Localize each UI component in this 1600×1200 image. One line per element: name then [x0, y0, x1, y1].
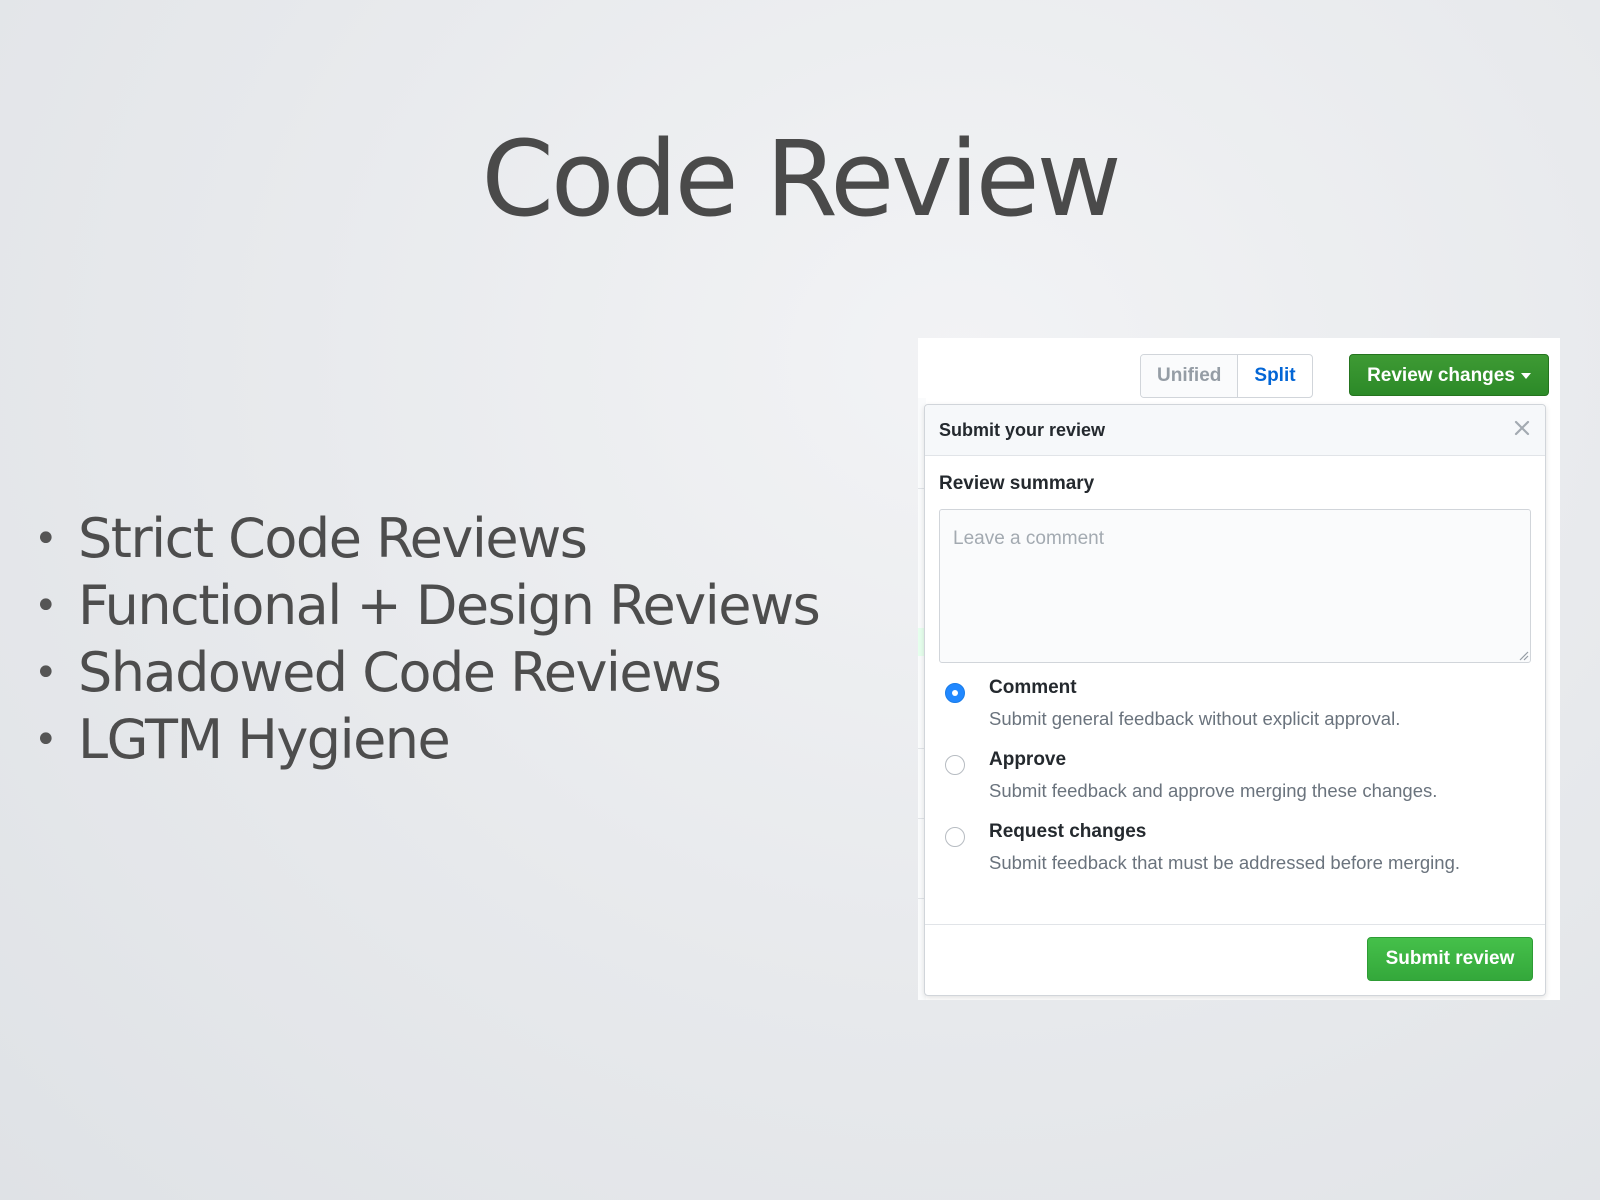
bullet-dot: • — [34, 650, 58, 696]
dialog-title: Submit your review — [939, 420, 1106, 440]
review-summary-label: Review summary — [939, 473, 1095, 494]
option-label: Approve — [989, 749, 1067, 770]
review-comment-input[interactable] — [939, 509, 1531, 663]
submit-review-dialog: Submit your review Review summary Commen… — [924, 404, 1546, 996]
option-description: Submit feedback and approve merging thes… — [989, 780, 1438, 801]
bullet-dot: • — [34, 516, 58, 562]
review-changes-label: Review changes — [1367, 365, 1515, 386]
resize-grip-icon[interactable] — [1519, 651, 1529, 661]
bullet-item: • Functional + Design Reviews — [30, 574, 821, 642]
dialog-footer: Submit review — [925, 924, 1545, 995]
review-changes-button[interactable]: Review changes — [1349, 354, 1549, 396]
bullet-text: Strict Code Reviews — [78, 507, 588, 570]
bullet-item: • Strict Code Reviews — [30, 508, 819, 575]
option-description: Submit general feedback without explicit… — [989, 708, 1401, 729]
bullet-dot: • — [34, 717, 58, 763]
diff-view-toggle: Unified Split — [1140, 354, 1313, 398]
github-review-screenshot: Unified Split Review changes Submit your… — [918, 338, 1560, 1000]
option-label: Comment — [989, 677, 1077, 698]
unified-view-button[interactable]: Unified — [1141, 355, 1239, 397]
bullet-item: • Shadowed Code Reviews — [30, 642, 819, 709]
radio-comment[interactable] — [945, 683, 965, 703]
radio-approve[interactable] — [945, 755, 965, 775]
radio-request-changes[interactable] — [945, 827, 965, 847]
close-icon[interactable] — [1511, 417, 1533, 439]
bullet-text: Shadowed Code Reviews — [78, 641, 722, 704]
option-description: Submit feedback that must be addressed b… — [989, 852, 1460, 873]
dialog-header: Submit your review — [925, 405, 1545, 456]
caret-down-icon — [1520, 372, 1531, 379]
bullet-text: LGTM Hygiene — [78, 708, 451, 771]
bullet-text: Functional + Design Reviews — [78, 574, 821, 637]
bullet-item: • LGTM Hygiene — [30, 709, 819, 776]
slide-title: Code Review — [481, 118, 1121, 240]
split-view-button[interactable]: Split — [1238, 355, 1311, 397]
option-label: Request changes — [989, 821, 1147, 842]
bullet-list: • Strict Code Reviews • Functional + Desig… — [30, 508, 821, 776]
submit-review-button[interactable]: Submit review — [1367, 937, 1533, 981]
bullet-dot: • — [34, 583, 58, 629]
